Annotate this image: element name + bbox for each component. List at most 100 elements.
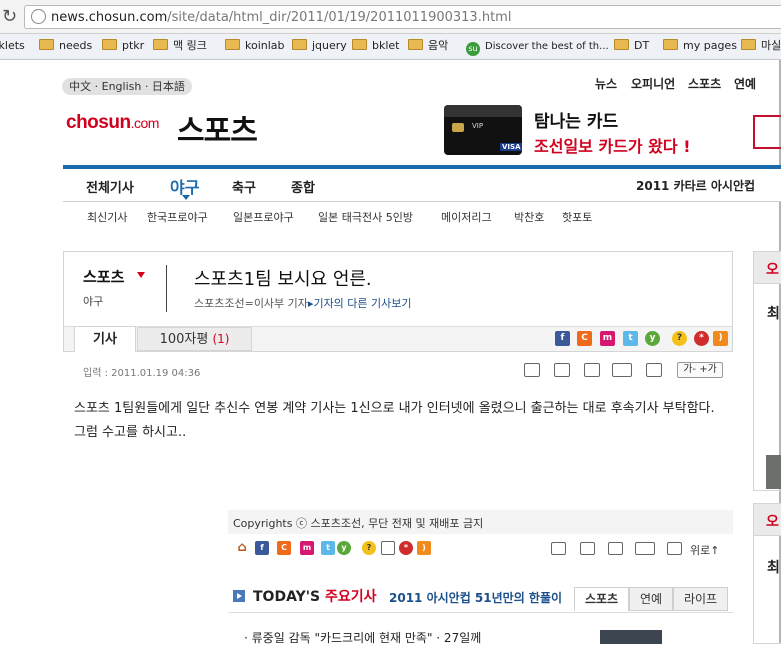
url-text[interactable]: news.chosun.com/site/data/html_dir/2011/… (51, 10, 511, 25)
cyworld-icon[interactable]: C (277, 541, 291, 555)
print-icon[interactable] (551, 542, 566, 555)
email-icon[interactable] (381, 541, 395, 555)
topnav-sports[interactable]: 스포츠 (688, 75, 721, 92)
today-tab-sports[interactable]: 스포츠 (574, 587, 629, 611)
subnav-park-chanho[interactable]: 박찬호 (514, 209, 544, 225)
flower-icon[interactable]: * (694, 331, 709, 346)
card-vip-text: VIP (472, 122, 484, 130)
url-host: news.chosun.com (51, 10, 168, 25)
folder-icon (292, 39, 307, 50)
today-tab-entertainment[interactable]: 연예 (629, 587, 673, 611)
nav-asian-cup[interactable]: 2011 카타르 아시안컵 (636, 177, 755, 194)
twitter-icon[interactable]: t (623, 331, 638, 346)
folder-icon (741, 39, 756, 50)
email-icon[interactable] (580, 542, 595, 555)
me2day-icon[interactable]: m (300, 541, 314, 555)
bookmark-needs[interactable]: needs (39, 38, 92, 54)
sidebar-box-1-title: 오 (766, 262, 779, 278)
copy-icon[interactable] (646, 363, 662, 377)
folder-icon (153, 39, 168, 50)
subnav-latest[interactable]: 최신기사 (87, 209, 127, 225)
section-logo[interactable]: 스포츠 (177, 106, 258, 150)
emoticon-icon[interactable]: ? (362, 541, 376, 555)
email-icon[interactable] (554, 363, 570, 377)
bookmark-rklets[interactable]: rklets (0, 38, 25, 54)
bookmark-koinlab[interactable]: koinlab (225, 38, 285, 54)
credit-card-ad-image[interactable]: VIP VISA (444, 105, 522, 155)
subnav-mlb[interactable]: 메이저리그 (441, 209, 492, 225)
blog-scrap-icon[interactable] (635, 542, 655, 555)
subnav-npb[interactable]: 일본프로야구 (233, 209, 294, 225)
blog-scrap-icon[interactable] (612, 363, 632, 377)
cyworld-icon[interactable]: C (577, 331, 592, 346)
dropdown-arrow-icon[interactable] (137, 272, 145, 278)
sidebar-thumbnail[interactable] (766, 455, 781, 489)
back-to-top-link[interactable]: 위로↑ (690, 542, 719, 558)
download-icon[interactable] (608, 542, 623, 555)
url-path: /site/data/html_dir/2011/01/19/201101190… (167, 10, 512, 25)
today-tab-life[interactable]: 라이프 (673, 587, 728, 611)
article-subsection: 야구 (83, 295, 104, 308)
subnav-japan-five[interactable]: 일본 태극전사 5인방 (318, 209, 413, 225)
subnav-hot-photo[interactable]: 핫포토 (562, 209, 592, 225)
facebook-icon[interactable]: f (555, 331, 570, 346)
nav-soccer[interactable]: 축구 (232, 177, 256, 196)
topnav-news[interactable]: 뉴스 (595, 75, 617, 92)
article-section[interactable]: 스포츠 (83, 266, 124, 287)
bookmark-mac-links[interactable]: 맥 링크 (153, 38, 207, 54)
home-icon[interactable]: ⌂ (235, 541, 249, 555)
ad-title[interactable]: 탐나는 카드 (534, 107, 618, 132)
bookmark-my-pages[interactable]: my pages (663, 38, 737, 54)
flower-icon[interactable]: * (399, 541, 413, 555)
bookmark-ptkr[interactable]: ptkr (102, 38, 144, 54)
language-selector[interactable]: 中文 · English · 日本語 (62, 78, 192, 95)
bookmark-jquery[interactable]: jquery (292, 38, 347, 54)
nav-general[interactable]: 종합 (291, 177, 315, 196)
news-thumbnail[interactable] (600, 630, 662, 644)
copy-icon[interactable] (667, 542, 682, 555)
bookmark-stumbleupon[interactable]: su Discover the best of th... (466, 38, 609, 56)
yozm-icon[interactable]: y (337, 541, 351, 555)
print-icon[interactable] (524, 363, 540, 377)
sidebar-item[interactable]: 최 (767, 557, 780, 577)
twitter-icon[interactable]: t (321, 541, 335, 555)
ad-subtitle[interactable]: 조선일보 카드가 왔다 ! (534, 133, 691, 157)
comment-count: (1) (212, 332, 230, 346)
facebook-icon[interactable]: f (255, 541, 269, 555)
yozm-icon[interactable]: y (645, 331, 660, 346)
topnav-opinion[interactable]: 오피니언 (631, 75, 675, 92)
bookmark-music[interactable]: 음악 (408, 38, 448, 54)
download-icon[interactable] (584, 363, 600, 377)
emoticon-icon[interactable]: ? (672, 331, 687, 346)
reporter-more-link[interactable]: ▸기자의 다른 기사보기 (308, 297, 412, 310)
active-caret-icon (182, 195, 190, 200)
tab-article[interactable]: 기사 (74, 326, 136, 352)
folder-icon (408, 39, 423, 50)
folder-icon (663, 39, 678, 50)
rss-icon[interactable]: ) (417, 541, 431, 555)
bookmark-bklet[interactable]: bklet (352, 38, 400, 54)
folder-icon (39, 39, 54, 50)
today-headline-link[interactable]: 2011 아시안컵 51년만의 한풀이 (389, 589, 562, 606)
folder-icon (352, 39, 367, 50)
bookmark-masil[interactable]: 마실 (741, 38, 781, 54)
subnav-kbo[interactable]: 한국프로야구 (147, 209, 208, 225)
article-body: 스포츠 1팀원들에게 일단 추신수 연봉 계약 기사는 1신으로 내가 인터넷에… (74, 401, 715, 440)
me2day-icon[interactable]: m (600, 331, 615, 346)
today-news-item[interactable]: · 류중일 감독 "카드크리에 현재 만족" · 27일께 (244, 629, 481, 646)
rss-icon[interactable]: ) (713, 331, 728, 346)
reload-icon[interactable]: ↻ (2, 6, 17, 27)
today-title: TODAY'S 주요기사 (253, 589, 377, 605)
folder-icon (225, 39, 240, 50)
topnav-entertainment[interactable]: 연예 (734, 75, 756, 92)
copyright-text: Copyrights ⓒ 스포츠조선, 무단 전재 및 재배포 금지 (233, 517, 484, 530)
bookmark-dt[interactable]: DT (614, 38, 649, 54)
sidebar-item[interactable]: 최 (767, 303, 780, 323)
visa-logo: VISA (500, 143, 522, 151)
tab-comments[interactable]: 100자평 (1) (137, 327, 252, 351)
font-size-control[interactable]: 가- +가 (677, 362, 723, 378)
article-date: 입력 : 2011.01.19 04:36 (83, 368, 201, 379)
chosun-logo[interactable]: chosun.com (66, 112, 159, 134)
card-strip (444, 105, 522, 117)
nav-all-articles[interactable]: 전체기사 (86, 177, 134, 196)
